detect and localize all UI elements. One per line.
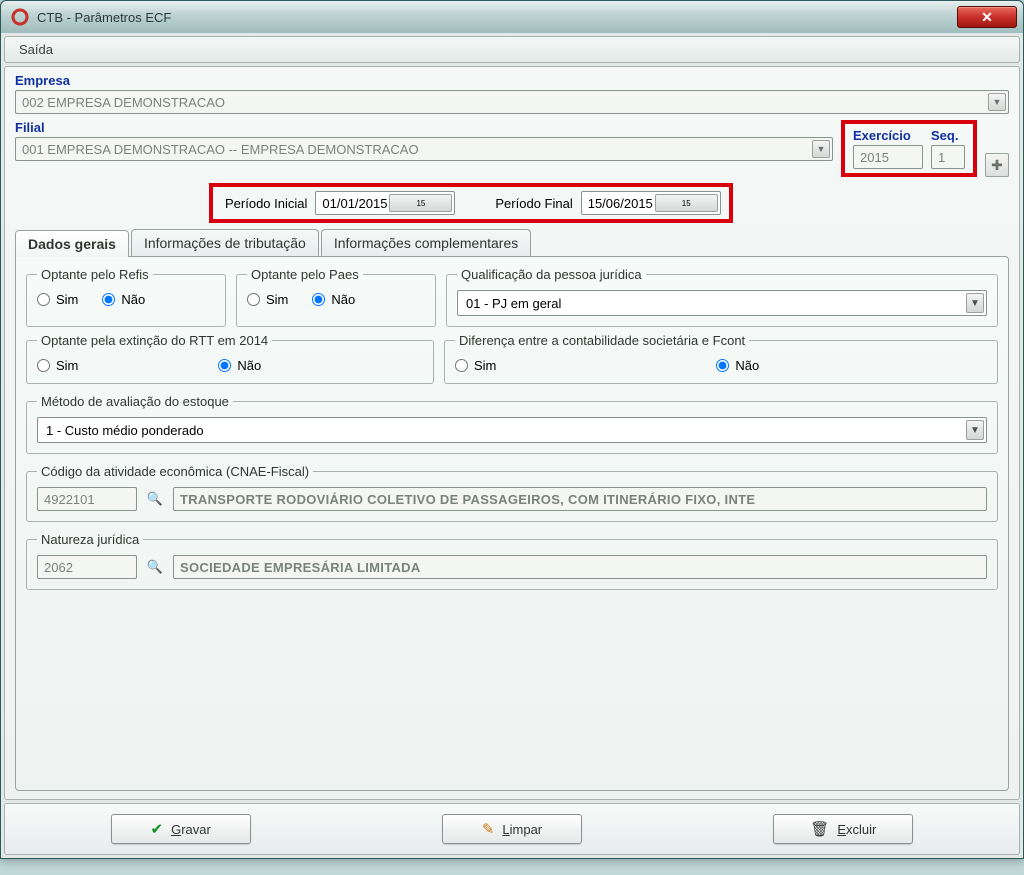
tab-info-tributacao[interactable]: Informações de tributação bbox=[131, 229, 319, 256]
paes-title: Optante pelo Paes bbox=[247, 267, 363, 282]
limpar-button[interactable]: ✎ Limpar bbox=[442, 814, 582, 844]
binoculars-icon[interactable]: 🔍 bbox=[143, 487, 167, 511]
cnae-title: Código da atividade econômica (CNAE-Fisc… bbox=[37, 464, 313, 479]
paes-nao[interactable]: Não bbox=[312, 292, 355, 307]
group-natureza: Natureza jurídica 2062 🔍 SOCIEDADE EMPRE… bbox=[26, 532, 998, 590]
refis-nao[interactable]: Não bbox=[102, 292, 145, 307]
group-paes: Optante pelo Paes Sim Não bbox=[236, 267, 436, 327]
add-button[interactable]: ✚ bbox=[985, 153, 1009, 177]
row-2: Optante pela extinção do RTT em 2014 Sim… bbox=[26, 333, 998, 384]
rtt-title: Optante pela extinção do RTT em 2014 bbox=[37, 333, 272, 348]
tab-content: Optante pelo Refis Sim Não Optante pelo … bbox=[15, 256, 1009, 791]
fcont-nao[interactable]: Não bbox=[716, 358, 759, 373]
fcont-sim[interactable]: Sim bbox=[455, 358, 496, 373]
exercicio-highlight: Exercício 2015 Seq. 1 bbox=[841, 120, 977, 177]
close-icon: ✕ bbox=[981, 9, 993, 26]
refis-title: Optante pelo Refis bbox=[37, 267, 153, 282]
refis-sim[interactable]: Sim bbox=[37, 292, 78, 307]
estoque-select[interactable]: 1 - Custo médio ponderado ▼ bbox=[37, 417, 987, 443]
natureza-code-field[interactable]: 2062 bbox=[37, 555, 137, 579]
periodo-inicial-input[interactable]: 01/01/2015 15 bbox=[315, 191, 455, 215]
group-cnae: Código da atividade econômica (CNAE-Fisc… bbox=[26, 464, 998, 522]
estoque-title: Método de avaliação do estoque bbox=[37, 394, 233, 409]
row-1: Optante pelo Refis Sim Não Optante pelo … bbox=[26, 267, 998, 327]
tab-info-complementares[interactable]: Informações complementares bbox=[321, 229, 531, 256]
qualif-select[interactable]: 01 - PJ em geral ▼ bbox=[457, 290, 987, 316]
cnae-code: 4922101 bbox=[44, 492, 95, 507]
cnae-desc: TRANSPORTE RODOVIÁRIO COLETIVO DE PASSAG… bbox=[180, 492, 755, 507]
footer-bar: ✔ Gravar ✎ Limpar 🗑 Excluir bbox=[4, 803, 1020, 855]
periodo-final-input[interactable]: 15/06/2015 15 bbox=[581, 191, 721, 215]
period-highlight: Período Inicial 01/01/2015 15 Período Fi… bbox=[209, 183, 733, 223]
broom-icon: ✎ bbox=[482, 820, 495, 838]
header-panel: Empresa 002 EMPRESA DEMONSTRACAO ▼ Filia… bbox=[4, 66, 1020, 800]
exercicio-value: 2015 bbox=[860, 150, 889, 165]
check-icon: ✔ bbox=[150, 820, 163, 838]
paes-sim[interactable]: Sim bbox=[247, 292, 288, 307]
tabbar: Dados gerais Informações de tributação I… bbox=[15, 229, 1009, 256]
empresa-value: 002 EMPRESA DEMONSTRACAO bbox=[22, 95, 225, 110]
window-title: CTB - Parâmetros ECF bbox=[37, 10, 957, 25]
window-body: Saída Empresa 002 EMPRESA DEMONSTRACAO ▼… bbox=[1, 33, 1023, 858]
menu-exit[interactable]: Saída bbox=[13, 40, 59, 59]
periodo-inicial-label: Período Inicial bbox=[225, 196, 307, 211]
filial-label: Filial bbox=[15, 120, 833, 135]
natureza-title: Natureza jurídica bbox=[37, 532, 143, 547]
seq-field[interactable]: 1 bbox=[931, 145, 965, 169]
qualif-value: 01 - PJ em geral bbox=[466, 296, 561, 311]
binoculars-icon[interactable]: 🔍 bbox=[143, 555, 167, 579]
chevron-down-icon: ▼ bbox=[966, 293, 984, 313]
titlebar: CTB - Parâmetros ECF ✕ bbox=[1, 1, 1023, 33]
natureza-desc: SOCIEDADE EMPRESÁRIA LIMITADA bbox=[180, 560, 421, 575]
rtt-sim[interactable]: Sim bbox=[37, 358, 78, 373]
group-estoque: Método de avaliação do estoque 1 - Custo… bbox=[26, 394, 998, 454]
group-rtt: Optante pela extinção do RTT em 2014 Sim… bbox=[26, 333, 434, 384]
seq-value: 1 bbox=[938, 150, 945, 165]
gravar-button[interactable]: ✔ Gravar bbox=[111, 814, 251, 844]
rtt-nao[interactable]: Não bbox=[218, 358, 261, 373]
tab-dados-gerais[interactable]: Dados gerais bbox=[15, 230, 129, 257]
close-button[interactable]: ✕ bbox=[957, 6, 1017, 28]
empresa-dropdown[interactable]: 002 EMPRESA DEMONSTRACAO ▼ bbox=[15, 90, 1009, 114]
trash-icon: 🗑 bbox=[810, 820, 829, 838]
group-refis: Optante pelo Refis Sim Não bbox=[26, 267, 226, 327]
periodo-final-label: Período Final bbox=[495, 196, 572, 211]
fcont-title: Diferença entre a contabilidade societár… bbox=[455, 333, 749, 348]
chevron-down-icon: ▼ bbox=[988, 93, 1006, 111]
natureza-desc-field: SOCIEDADE EMPRESÁRIA LIMITADA bbox=[173, 555, 987, 579]
exercicio-label: Exercício bbox=[853, 128, 923, 143]
app-icon bbox=[11, 8, 29, 26]
calendar-icon[interactable]: 15 bbox=[655, 194, 718, 212]
filial-value: 001 EMPRESA DEMONSTRACAO -- EMPRESA DEMO… bbox=[22, 142, 419, 157]
exercicio-field[interactable]: 2015 bbox=[853, 145, 923, 169]
seq-label: Seq. bbox=[931, 128, 965, 143]
natureza-code: 2062 bbox=[44, 560, 73, 575]
periodo-inicial-value: 01/01/2015 bbox=[322, 196, 387, 211]
empresa-label: Empresa bbox=[15, 73, 1009, 88]
filial-dropdown[interactable]: 001 EMPRESA DEMONSTRACAO -- EMPRESA DEMO… bbox=[15, 137, 833, 161]
group-fcont: Diferença entre a contabilidade societár… bbox=[444, 333, 998, 384]
periodo-final-value: 15/06/2015 bbox=[588, 196, 653, 211]
excluir-button[interactable]: 🗑 Excluir bbox=[773, 814, 913, 844]
plus-icon: ✚ bbox=[991, 157, 1003, 174]
period-bar: Período Inicial 01/01/2015 15 Período Fi… bbox=[15, 177, 1009, 225]
cnae-code-field[interactable]: 4922101 bbox=[37, 487, 137, 511]
filial-row: Filial 001 EMPRESA DEMONSTRACAO -- EMPRE… bbox=[15, 120, 1009, 177]
chevron-down-icon: ▼ bbox=[812, 140, 830, 158]
calendar-icon[interactable]: 15 bbox=[389, 194, 452, 212]
chevron-down-icon: ▼ bbox=[966, 420, 984, 440]
cnae-desc-field: TRANSPORTE RODOVIÁRIO COLETIVO DE PASSAG… bbox=[173, 487, 987, 511]
app-window: CTB - Parâmetros ECF ✕ Saída Empresa 002… bbox=[0, 0, 1024, 859]
menubar: Saída bbox=[4, 36, 1020, 63]
estoque-value: 1 - Custo médio ponderado bbox=[46, 423, 204, 438]
group-qualificacao: Qualificação da pessoa jurídica 01 - PJ … bbox=[446, 267, 998, 327]
qualif-title: Qualificação da pessoa jurídica bbox=[457, 267, 646, 282]
